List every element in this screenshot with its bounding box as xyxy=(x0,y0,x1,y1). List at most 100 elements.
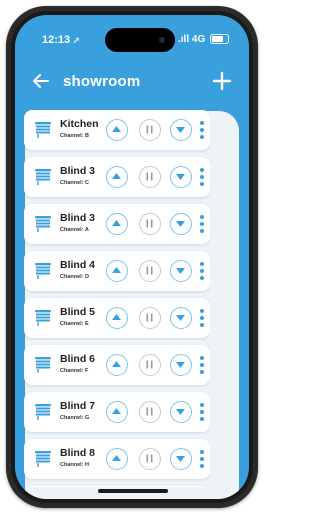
triangle-up-icon xyxy=(112,173,121,179)
device-name: Blind 3 xyxy=(60,165,96,177)
device-channel: Channel: H xyxy=(60,462,90,468)
more-vertical-icon[interactable] xyxy=(199,355,205,375)
device-card[interactable]: Blind 3 Channel: A xyxy=(24,204,210,244)
triangle-down-icon xyxy=(176,174,185,180)
arrow-left-icon[interactable] xyxy=(31,71,51,91)
home-indicator xyxy=(98,489,168,493)
stop-button[interactable] xyxy=(139,166,161,188)
blind-icon xyxy=(35,451,51,467)
blind-icon xyxy=(35,216,51,232)
close-button[interactable] xyxy=(170,119,192,141)
blind-icon xyxy=(35,310,51,326)
status-bar: 12:13 ➚ .ıll 4G xyxy=(15,15,249,57)
stop-button[interactable] xyxy=(139,401,161,423)
pause-icon xyxy=(146,172,153,181)
device-card[interactable]: Blind 9 xyxy=(24,486,210,487)
more-vertical-icon[interactable] xyxy=(199,261,205,281)
triangle-up-icon xyxy=(112,314,121,320)
more-vertical-icon[interactable] xyxy=(199,449,205,469)
triangle-up-icon xyxy=(112,455,121,461)
device-card[interactable]: Blind 5 Channel: E xyxy=(24,298,210,338)
stop-button[interactable] xyxy=(139,448,161,470)
triangle-down-icon xyxy=(176,409,185,415)
blind-icon xyxy=(35,122,51,138)
stop-button[interactable] xyxy=(139,213,161,235)
triangle-down-icon xyxy=(176,127,185,133)
triangle-down-icon xyxy=(176,362,185,368)
device-card[interactable]: Blind 6 Channel: F xyxy=(24,345,210,385)
triangle-up-icon xyxy=(112,267,121,273)
navigation-bar: showroom xyxy=(15,57,249,107)
status-time-text: 12:13 xyxy=(42,34,71,46)
triangle-down-icon xyxy=(176,268,185,274)
more-vertical-icon[interactable] xyxy=(199,308,205,328)
device-name: Blind 5 xyxy=(60,306,96,318)
pause-icon xyxy=(146,407,153,416)
close-button[interactable] xyxy=(170,354,192,376)
open-button[interactable] xyxy=(106,213,128,235)
device-card[interactable]: Blind 8 Channel: H xyxy=(24,439,210,479)
blind-icon xyxy=(35,169,51,185)
dynamic-island xyxy=(105,28,175,52)
pause-icon xyxy=(146,219,153,228)
device-name: Blind 4 xyxy=(60,259,96,271)
pause-icon xyxy=(146,454,153,463)
location-arrow-icon: ➚ xyxy=(70,35,81,45)
device-card[interactable]: Blind 4 Channel: D xyxy=(24,251,210,291)
plus-icon[interactable] xyxy=(210,69,234,93)
signal-indicator: .ıll 4G xyxy=(178,34,206,45)
stop-button[interactable] xyxy=(139,119,161,141)
blind-icon xyxy=(35,263,51,279)
stop-button[interactable] xyxy=(139,354,161,376)
device-list: Kitchen Channel: B Blind 3 Channel: C Blind … xyxy=(24,110,210,487)
device-card[interactable]: Blind 3 Channel: C xyxy=(24,157,210,197)
open-button[interactable] xyxy=(106,401,128,423)
open-button[interactable] xyxy=(106,119,128,141)
status-time: 12:13 ➚ xyxy=(42,34,80,46)
close-button[interactable] xyxy=(170,307,192,329)
device-name: Blind 8 xyxy=(60,447,96,459)
blind-icon xyxy=(35,357,51,373)
device-name: Blind 7 xyxy=(60,400,96,412)
more-vertical-icon[interactable] xyxy=(199,214,205,234)
device-name: Blind 3 xyxy=(60,212,96,224)
page-title: showroom xyxy=(63,73,141,90)
more-vertical-icon[interactable] xyxy=(199,120,205,140)
device-name: Blind 6 xyxy=(60,353,96,365)
close-button[interactable] xyxy=(170,166,192,188)
device-channel: Channel: D xyxy=(60,274,90,280)
device-card[interactable]: Kitchen Channel: B xyxy=(24,110,210,150)
triangle-up-icon xyxy=(112,361,121,367)
blind-icon xyxy=(35,404,51,420)
battery-icon xyxy=(210,34,229,44)
device-channel: Channel: C xyxy=(60,180,90,186)
pause-icon xyxy=(146,125,153,134)
device-card[interactable]: Blind 7 Channel: G xyxy=(24,392,210,432)
device-channel: Channel: A xyxy=(60,227,89,233)
more-vertical-icon[interactable] xyxy=(199,402,205,422)
open-button[interactable] xyxy=(106,354,128,376)
close-button[interactable] xyxy=(170,260,192,282)
triangle-up-icon xyxy=(112,220,121,226)
device-channel: Channel: F xyxy=(60,368,89,374)
open-button[interactable] xyxy=(106,166,128,188)
close-button[interactable] xyxy=(170,213,192,235)
camera-dot xyxy=(159,37,165,43)
open-button[interactable] xyxy=(106,307,128,329)
more-vertical-icon[interactable] xyxy=(199,167,205,187)
open-button[interactable] xyxy=(106,260,128,282)
open-button[interactable] xyxy=(106,448,128,470)
triangle-down-icon xyxy=(176,315,185,321)
triangle-down-icon xyxy=(176,221,185,227)
device-channel: Channel: E xyxy=(60,321,89,327)
stop-button[interactable] xyxy=(139,260,161,282)
battery-fill xyxy=(212,36,223,42)
close-button[interactable] xyxy=(170,401,192,423)
pause-icon xyxy=(146,313,153,322)
stop-button[interactable] xyxy=(139,307,161,329)
triangle-up-icon xyxy=(112,408,121,414)
device-channel: Channel: B xyxy=(60,133,90,139)
pause-icon xyxy=(146,360,153,369)
pause-icon xyxy=(146,266,153,275)
close-button[interactable] xyxy=(170,448,192,470)
